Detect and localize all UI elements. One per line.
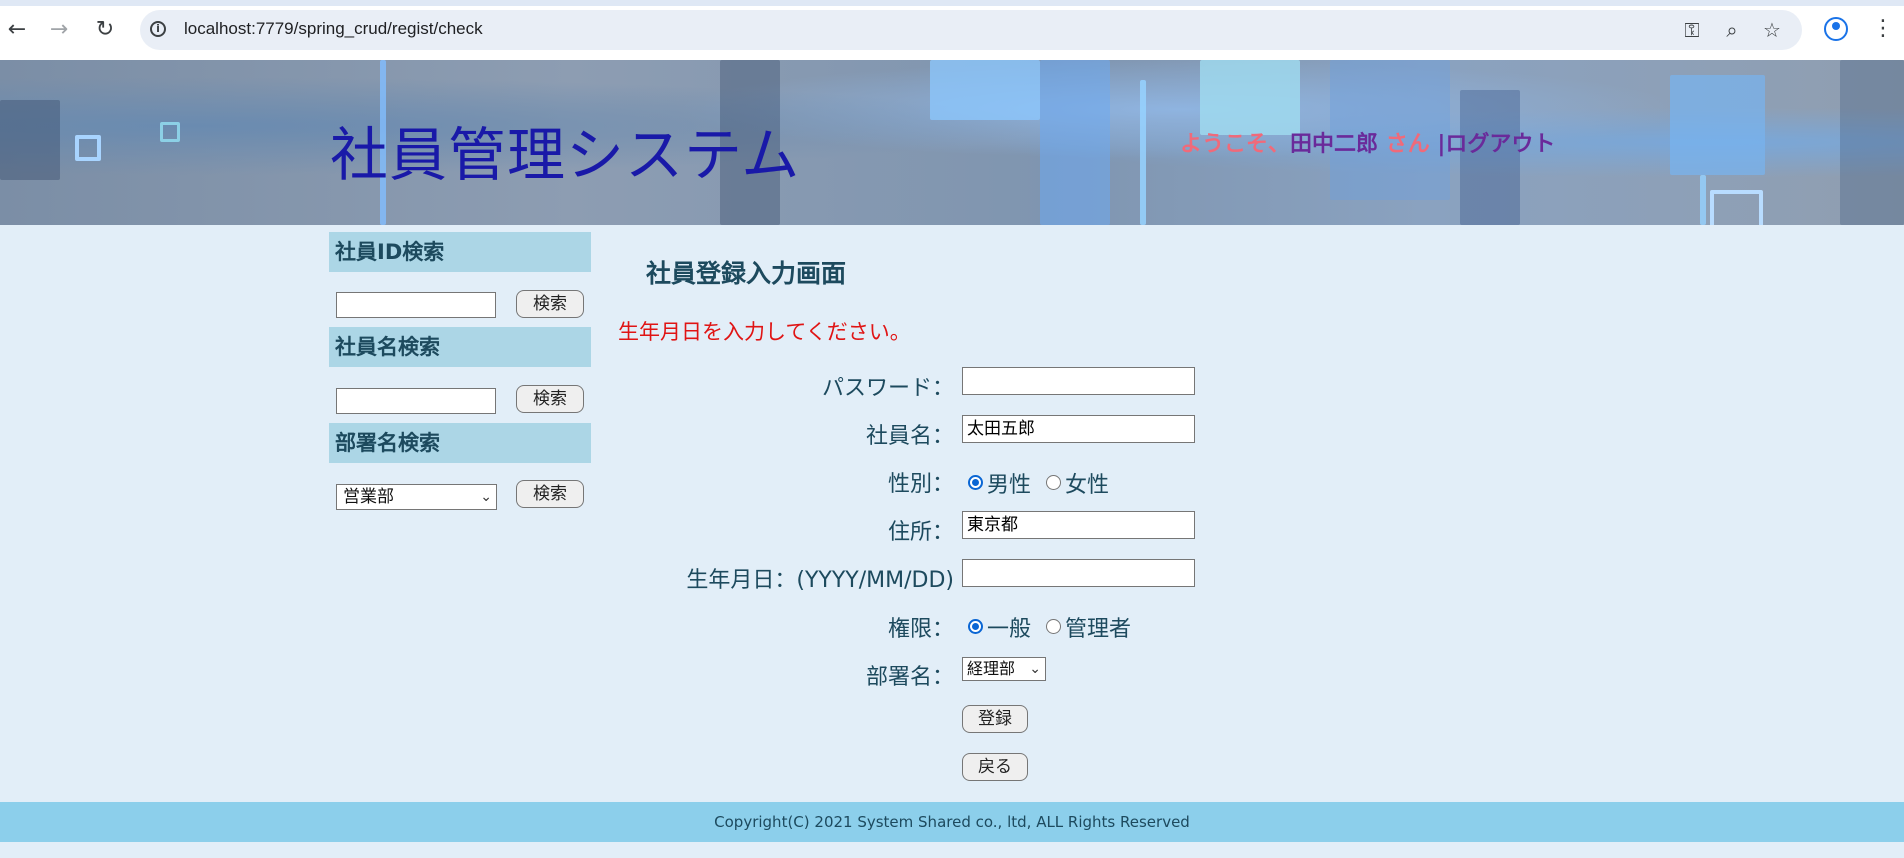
role-admin-radio[interactable] (1046, 619, 1062, 634)
id-search-input[interactable] (336, 292, 496, 318)
footer: Copyright(C) 2021 System Shared co., ltd… (0, 802, 1904, 842)
back-arrow-icon[interactable]: ← (4, 17, 30, 43)
name-search-input[interactable] (336, 388, 496, 414)
browser-toolbar: ← → ↻ i localhost:7779/spring_crud/regis… (0, 0, 1904, 61)
dept-search-selected: 営業部 (343, 487, 394, 507)
menu-icon[interactable]: ⋮ (1872, 14, 1894, 44)
register-button[interactable]: 登録 (962, 705, 1028, 733)
welcome-suffix: さん (1378, 132, 1438, 157)
zoom-icon[interactable]: ⌕ (1720, 18, 1744, 42)
reload-icon[interactable]: ↻ (92, 17, 118, 43)
id-search-heading: 社員ID検索 (329, 232, 591, 272)
star-icon[interactable]: ☆ (1760, 18, 1784, 42)
dept-search-button[interactable]: 検索 (516, 480, 584, 508)
site-header: 社員管理システム ようこそ、田中二郎 さん |ログアウト (0, 60, 1904, 225)
gender-male-label: 男性 (987, 473, 1032, 498)
dept-search-select[interactable]: 営業部 ⌄ (336, 484, 497, 510)
department-label: 部署名： (865, 665, 954, 690)
url-text[interactable]: localhost:7779/spring_crud/regist/check (184, 19, 483, 39)
chevron-down-icon: ⌄ (480, 489, 492, 505)
forward-arrow-icon[interactable]: → (46, 17, 72, 43)
back-button[interactable]: 戻る (962, 753, 1028, 781)
form-title: 社員登録入力画面 (646, 259, 847, 288)
gender-radio-group: 男性 女性 (968, 467, 1117, 499)
gender-male-radio[interactable] (968, 475, 983, 490)
profile-icon[interactable] (1824, 17, 1848, 41)
page-bottom (0, 842, 1904, 858)
user-name: 田中二郎 (1290, 132, 1379, 157)
address-label: 住所： (887, 520, 954, 545)
role-label: 権限： (887, 617, 954, 642)
gender-female-radio[interactable] (1046, 475, 1062, 490)
birthday-label: 生年月日：(YYYY/MM/DD) (686, 568, 954, 593)
role-general-radio[interactable] (968, 619, 983, 634)
name-field[interactable]: 太田五郎 (962, 415, 1195, 443)
welcome-message: ようこそ、田中二郎 さん |ログアウト (1180, 126, 1555, 158)
site-title: 社員管理システム (330, 121, 801, 189)
birthday-field[interactable] (962, 559, 1195, 587)
key-icon[interactable]: ⚿ (1680, 18, 1704, 42)
gender-female-label: 女性 (1065, 473, 1110, 498)
role-radio-group: 一般 管理者 (968, 611, 1139, 643)
chevron-down-icon: ⌄ (1029, 661, 1041, 677)
id-search-button[interactable]: 検索 (516, 290, 584, 318)
dept-search-heading: 部署名検索 (329, 423, 591, 463)
tab-strip-edge (0, 0, 1904, 6)
welcome-prefix: ようこそ、 (1180, 132, 1291, 157)
name-label: 社員名： (865, 424, 954, 449)
gender-label: 性別： (887, 472, 954, 497)
department-selected: 経理部 (967, 659, 1016, 678)
site-info-icon[interactable]: i (150, 21, 166, 37)
password-label: パスワード： (821, 376, 954, 401)
address-field[interactable]: 東京都 (962, 511, 1195, 539)
logout-link[interactable]: ログアウト (1445, 132, 1555, 157)
name-search-button[interactable]: 検索 (516, 385, 584, 413)
role-admin-label: 管理者 (1065, 617, 1132, 642)
copyright-text: Copyright(C) 2021 System Shared co., ltd… (714, 813, 1190, 831)
error-message: 生年月日を入力してください。 (618, 320, 911, 344)
password-field[interactable] (962, 367, 1195, 395)
name-search-heading: 社員名検索 (329, 327, 591, 367)
role-general-label: 一般 (987, 617, 1032, 642)
department-select[interactable]: 経理部 ⌄ (962, 657, 1046, 681)
